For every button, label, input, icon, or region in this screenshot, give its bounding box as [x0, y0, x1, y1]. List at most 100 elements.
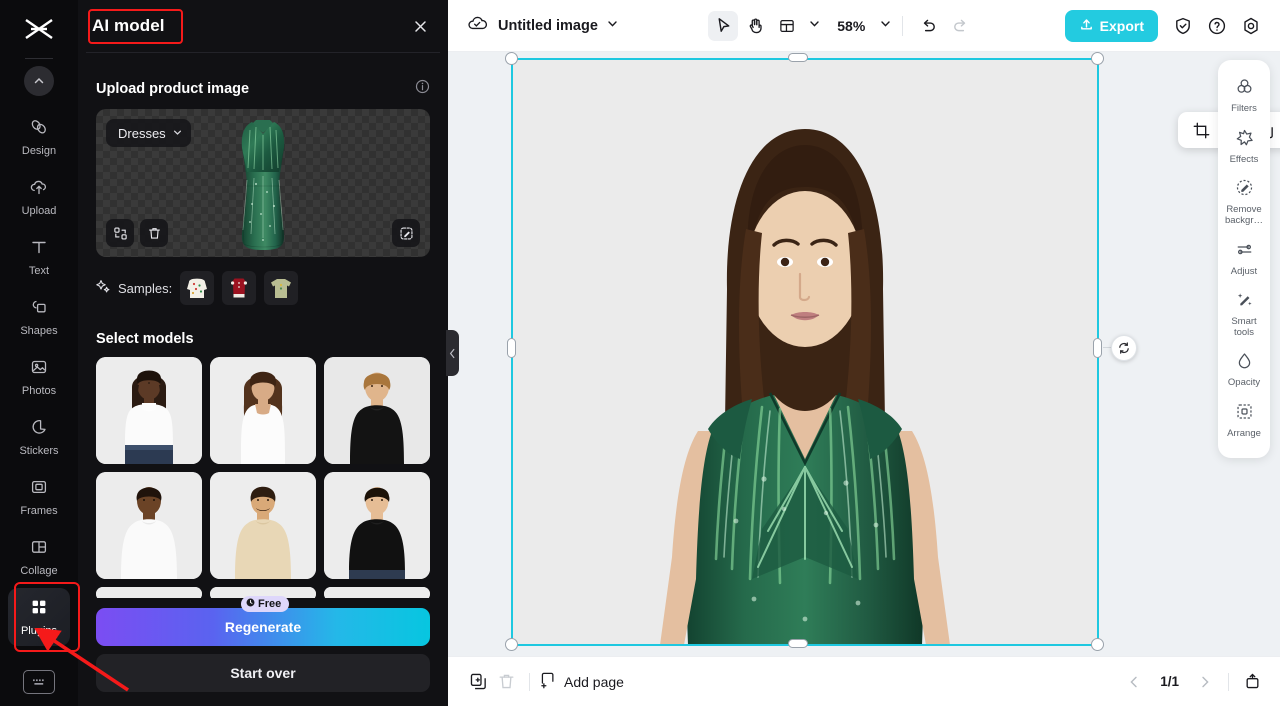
- right-tool-smart-tools[interactable]: Smart tools: [1219, 283, 1269, 344]
- adjust-sliders-icon: [1235, 240, 1254, 264]
- zoom-chevron-down-icon[interactable]: [879, 17, 892, 35]
- model-card[interactable]: [210, 472, 316, 579]
- right-tool-adjust[interactable]: Adjust: [1219, 233, 1269, 284]
- sample-thumbnail[interactable]: [222, 271, 257, 305]
- app-root: Design Upload Text Shapes Photos Sticker…: [0, 0, 1280, 706]
- sidebar-item-label: Frames: [20, 505, 58, 517]
- sidebar-item-shapes[interactable]: Shapes: [8, 288, 70, 346]
- crop-icon[interactable]: [1188, 117, 1214, 143]
- free-badge: Free: [241, 596, 290, 612]
- duplicate-page-icon[interactable]: [464, 668, 492, 696]
- magic-edit-icon[interactable]: [392, 219, 420, 247]
- prev-page-button[interactable]: [1120, 668, 1148, 696]
- models-section-header: Select models: [96, 331, 430, 347]
- right-tool-arrange[interactable]: Arrange: [1219, 395, 1269, 446]
- sidebar-item-upload[interactable]: Upload: [8, 168, 70, 226]
- toolbar-center-tools: 58%: [708, 10, 975, 41]
- present-icon[interactable]: [1238, 668, 1266, 696]
- zoom-level[interactable]: 58%: [837, 18, 865, 34]
- help-circle-icon[interactable]: [1202, 11, 1232, 41]
- delete-page-icon[interactable]: [492, 668, 520, 696]
- trash-icon[interactable]: [140, 219, 168, 247]
- resize-handle-top-left[interactable]: [505, 52, 518, 65]
- model-card[interactable]: [96, 587, 202, 598]
- settings-gear-icon[interactable]: [1236, 11, 1266, 41]
- hand-tool[interactable]: [740, 11, 770, 41]
- resize-handle-top-right[interactable]: [1091, 52, 1104, 65]
- add-page-label: Add page: [564, 673, 624, 690]
- right-tool-filters[interactable]: Filters: [1219, 70, 1269, 121]
- sidebar-item-plugins[interactable]: Plugins: [8, 582, 80, 652]
- model-card[interactable]: [96, 357, 202, 464]
- ai-model-panel: AI model Upload product image Dresses Sa…: [78, 0, 459, 706]
- sidebar-item-label: Shapes: [20, 325, 58, 337]
- undo-icon[interactable]: [913, 11, 943, 41]
- export-button[interactable]: Export: [1064, 9, 1158, 42]
- effects-star-icon: [1235, 128, 1254, 152]
- sidebar-item-label: Design: [21, 145, 57, 157]
- layout-chevron-down-icon[interactable]: [808, 17, 821, 35]
- panel-collapse-handle[interactable]: [446, 330, 459, 376]
- model-card[interactable]: [324, 357, 430, 464]
- design-icon: [29, 117, 49, 142]
- resize-handle-right[interactable]: [1093, 338, 1102, 358]
- chevron-down-icon[interactable]: [606, 17, 619, 35]
- top-toolbar: Untitled image 58% Export: [448, 0, 1280, 52]
- cloud-check-icon[interactable]: [466, 13, 488, 38]
- right-tool-opacity[interactable]: Opacity: [1219, 344, 1269, 395]
- keyboard-icon[interactable]: [23, 670, 55, 694]
- right-tools-panel: Filters Effects Remove backgr… Adjust Sm…: [1218, 60, 1270, 458]
- arrange-icon: [1235, 402, 1254, 426]
- model-card[interactable]: [96, 472, 202, 579]
- resize-handle-bottom-right[interactable]: [1091, 638, 1104, 651]
- add-page-button[interactable]: Add page: [539, 671, 624, 692]
- canvas[interactable]: Filters Effects Remove backgr… Adjust Sm…: [448, 52, 1280, 656]
- plugins-grid-icon: [29, 597, 49, 622]
- smart-tools-wand-icon: [1235, 290, 1254, 314]
- upload-section-header: Upload product image: [96, 79, 430, 99]
- toolbar-divider: [902, 15, 904, 36]
- right-tool-remove-background[interactable]: Remove backgr…: [1219, 171, 1269, 232]
- document-name[interactable]: Untitled image: [498, 18, 598, 34]
- clock-icon: [246, 598, 255, 610]
- sidebar-item-frames[interactable]: Frames: [8, 468, 70, 526]
- rotate-handle[interactable]: [1111, 335, 1137, 361]
- resize-handle-top[interactable]: [788, 53, 808, 62]
- sample-thumbnail[interactable]: [180, 271, 215, 305]
- sidebar-collapse-button[interactable]: [24, 66, 54, 96]
- product-image-dropzone[interactable]: Dresses: [96, 109, 430, 257]
- models-section-heading: Select models: [96, 331, 194, 347]
- photos-icon: [29, 357, 49, 382]
- resize-handle-bottom-left[interactable]: [505, 638, 518, 651]
- redo-icon[interactable]: [945, 11, 975, 41]
- sidebar-item-stickers[interactable]: Stickers: [8, 408, 70, 466]
- resize-handle-left[interactable]: [507, 338, 516, 358]
- bottom-bar: Add page 1/1: [448, 656, 1280, 706]
- model-card[interactable]: [324, 587, 430, 598]
- close-icon[interactable]: [408, 14, 432, 38]
- stickers-icon: [29, 417, 49, 442]
- frames-icon: [29, 477, 49, 502]
- editor-area: Untitled image 58% Export Filters Effect…: [448, 0, 1280, 706]
- right-tool-effects[interactable]: Effects: [1219, 121, 1269, 172]
- sample-thumbnail[interactable]: [264, 271, 299, 305]
- start-over-button[interactable]: Start over: [96, 654, 430, 692]
- info-icon[interactable]: [415, 79, 430, 99]
- free-badge-label: Free: [258, 598, 282, 610]
- sidebar-item-design[interactable]: Design: [8, 108, 70, 166]
- sidebar-item-photos[interactable]: Photos: [8, 348, 70, 406]
- regenerate-button[interactable]: Free Regenerate: [96, 596, 430, 646]
- model-grid: [96, 357, 430, 598]
- model-card[interactable]: [210, 357, 316, 464]
- resize-handle-bottom[interactable]: [788, 639, 808, 648]
- sidebar-item-text[interactable]: Text: [8, 228, 70, 286]
- shield-check-icon[interactable]: [1168, 11, 1198, 41]
- sidebar-item-collage[interactable]: Collage: [8, 528, 70, 586]
- next-page-button[interactable]: [1191, 668, 1219, 696]
- model-card[interactable]: [324, 472, 430, 579]
- export-label: Export: [1099, 17, 1144, 34]
- layout-tool[interactable]: [772, 11, 802, 41]
- capcut-logo[interactable]: [19, 12, 59, 48]
- replace-image-icon[interactable]: [106, 219, 134, 247]
- select-tool[interactable]: [708, 10, 739, 41]
